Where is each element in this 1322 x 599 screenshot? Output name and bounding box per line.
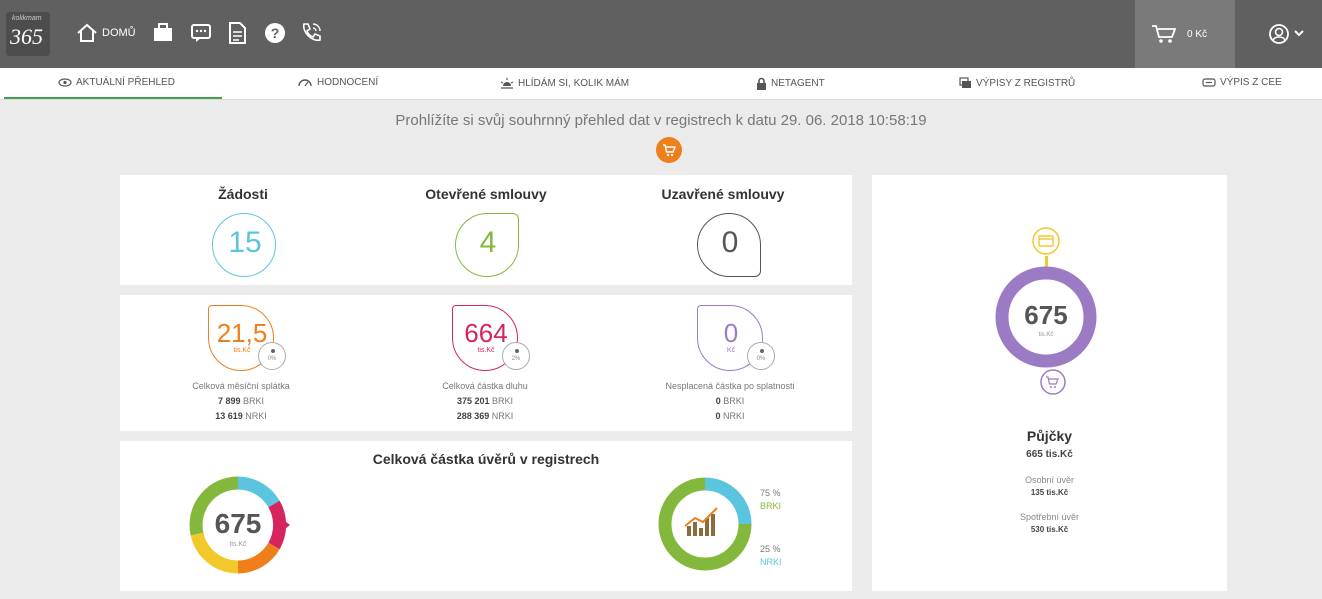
page-subtitle: Prohlížíte si svůj souhrnný přehled dat … [395,112,927,129]
tab-hlidam-si[interactable]: HLÍDÁM SI, KOLIK MÁM [500,77,629,89]
metric-label-dluh: Celková částka dluhu 375 201 BRKI 288 36… [385,379,585,424]
side-item-label: Osobní úvěr [1024,475,1075,485]
count-title-zadosti: Žádosti [218,186,268,202]
brki-label: BRKI [492,396,514,406]
nrki-value: 0 [715,411,721,421]
growth-chart-icon [684,507,718,536]
user-icon [1269,24,1304,44]
side-item-label: Spotřební úvěr [1019,512,1080,522]
tab-vypis-z-cee[interactable]: VÝPIS Z CEE [1202,77,1282,88]
tab-label: VÝPIS Z CEE [1220,77,1282,88]
loans-unit: tis.Kč [229,541,247,548]
count-value: 4 [479,226,497,259]
metric-label: Nesplacená částka po splatnosti [665,381,795,391]
metric-label-nesplacena: Nesplacená částka po splatnosti 0 BRKI 0… [630,379,830,424]
chat-icon[interactable] [188,20,214,46]
active-tab-indicator [4,97,222,99]
logo-text: kolikmam [12,15,42,22]
loans-total: 675 [215,508,262,539]
loans-card: Celková částka úvěrů v registrech 675 ti… [120,441,852,591]
tab-label: VÝPISY Z REGISTRŮ [976,77,1076,89]
cart-icon [663,144,677,157]
cart-icon [1152,25,1177,43]
side-unit: tis.Kč [1039,332,1054,338]
logo-number: 365 [10,24,43,49]
gauge-icon [298,79,312,87]
nrki-label: NRKI [491,411,514,421]
count-bubble-uzavrene[interactable]: 0 [697,213,761,277]
side-amount: 665 tis.Kč [1026,449,1073,460]
eye-icon [58,78,72,87]
nrki-legend: NRKI [760,557,782,567]
side-total: 675 [1024,300,1067,330]
brki-label: BRKI [243,396,265,406]
brki-nrki-donut[interactable] [657,476,753,572]
count-bubble-otevrene[interactable]: 4 [455,213,519,277]
svg-text:?: ? [271,25,280,41]
tab-hodnoceni[interactable]: HODNOCENÍ [297,77,378,88]
nrki-label: NRKI [245,411,267,421]
tab-netagent[interactable]: NETAGENT [756,77,825,90]
nrki-label: NRKI [723,411,745,421]
brki-percent: 75 % [760,488,781,498]
home-label: DOMŮ [102,27,136,39]
order-button[interactable] [656,137,682,163]
metric-label-splatka: Celková měsíční splátka 7 899 BRKI 13 61… [141,379,341,424]
top-bar: kolikmam 365 DOMŮ ? 0 Kč [0,0,1322,68]
credit-card-badge[interactable] [1030,225,1062,257]
tab-bar: AKTUÁLNÍ PŘEHLED HODNOCENÍ HLÍDÁM SI, KO… [0,68,1322,100]
help-icon[interactable]: ? [262,20,288,46]
lock-icon [757,77,766,90]
side-title: Půjčky [1026,428,1073,444]
nrki-value: 288 369 [456,411,490,421]
tab-label: HLÍDÁM SI, KOLIK MÁM [518,77,630,89]
loans-side-donut[interactable]: 675 tis.Kč [994,265,1098,369]
tab-label: HODNOCENÍ [317,77,379,88]
briefcase-icon[interactable] [150,20,176,46]
tab-aktualni-prehled[interactable]: AKTUÁLNÍ PŘEHLED [58,77,175,88]
count-title-otevrene: Otevřené smlouvy [425,186,547,202]
home-icon [77,23,97,42]
metrics-card: 21,5 tis.Kč 0% Celková měsíční splátka 7… [120,295,852,431]
brki-value: 0 [715,396,721,406]
tab-label: NETAGENT [771,78,825,89]
loans-donut[interactable]: 675 tis.Kč [188,475,298,575]
counts-card: Žádosti Otevřené smlouvy Uzavřené smlouv… [120,175,852,285]
count-value: 15 [228,226,262,259]
document-icon[interactable] [224,20,250,46]
side-item-value: 530 tis.Kč [1030,525,1069,534]
metric-label: Celková částka dluhu [442,381,528,391]
metric-change-badge: 0% [258,342,286,370]
loans-side-card: 675 tis.Kč Půjčky 665 tis.Kč Osobní úvěr… [872,175,1227,591]
user-menu[interactable] [1268,23,1312,50]
brki-value: 7 899 [217,396,241,406]
brki-value: 375 201 [456,396,490,406]
tab-label: AKTUÁLNÍ PŘEHLED [76,77,175,88]
loans-title: Celková částka úvěrů v registrech [372,451,600,467]
metric-change-badge: 2% [502,342,530,370]
side-item-value: 135 tis.Kč [1030,488,1069,497]
metric-label: Celková měsíční splátka [192,381,290,391]
cart-value: 0 Kč [1187,29,1208,40]
nrki-percent: 25 % [760,544,781,554]
nrki-value: 13 619 [215,411,243,421]
count-bubble-zadosti[interactable]: 15 [212,213,276,277]
count-title-uzavrene: Uzavřené smlouvy [661,186,785,202]
count-value: 0 [721,226,739,259]
metric-change-badge: 0% [747,342,775,370]
sun-icon [500,78,514,89]
cee-icon [1202,78,1216,87]
brki-legend: BRKI [760,501,782,511]
home-nav-item[interactable]: DOMŮ [76,23,136,43]
registry-icon [959,77,971,88]
phone-icon[interactable] [298,20,324,46]
side-cart-badge[interactable] [1038,367,1068,397]
brki-label: BRKI [723,396,745,406]
chevron-down-icon [1294,30,1304,37]
cart-button[interactable]: 0 Kč [1135,0,1235,68]
logo[interactable]: kolikmam 365 [6,12,50,56]
tab-vypisy-z-registru[interactable]: VÝPISY Z REGISTRŮ [958,77,1075,89]
